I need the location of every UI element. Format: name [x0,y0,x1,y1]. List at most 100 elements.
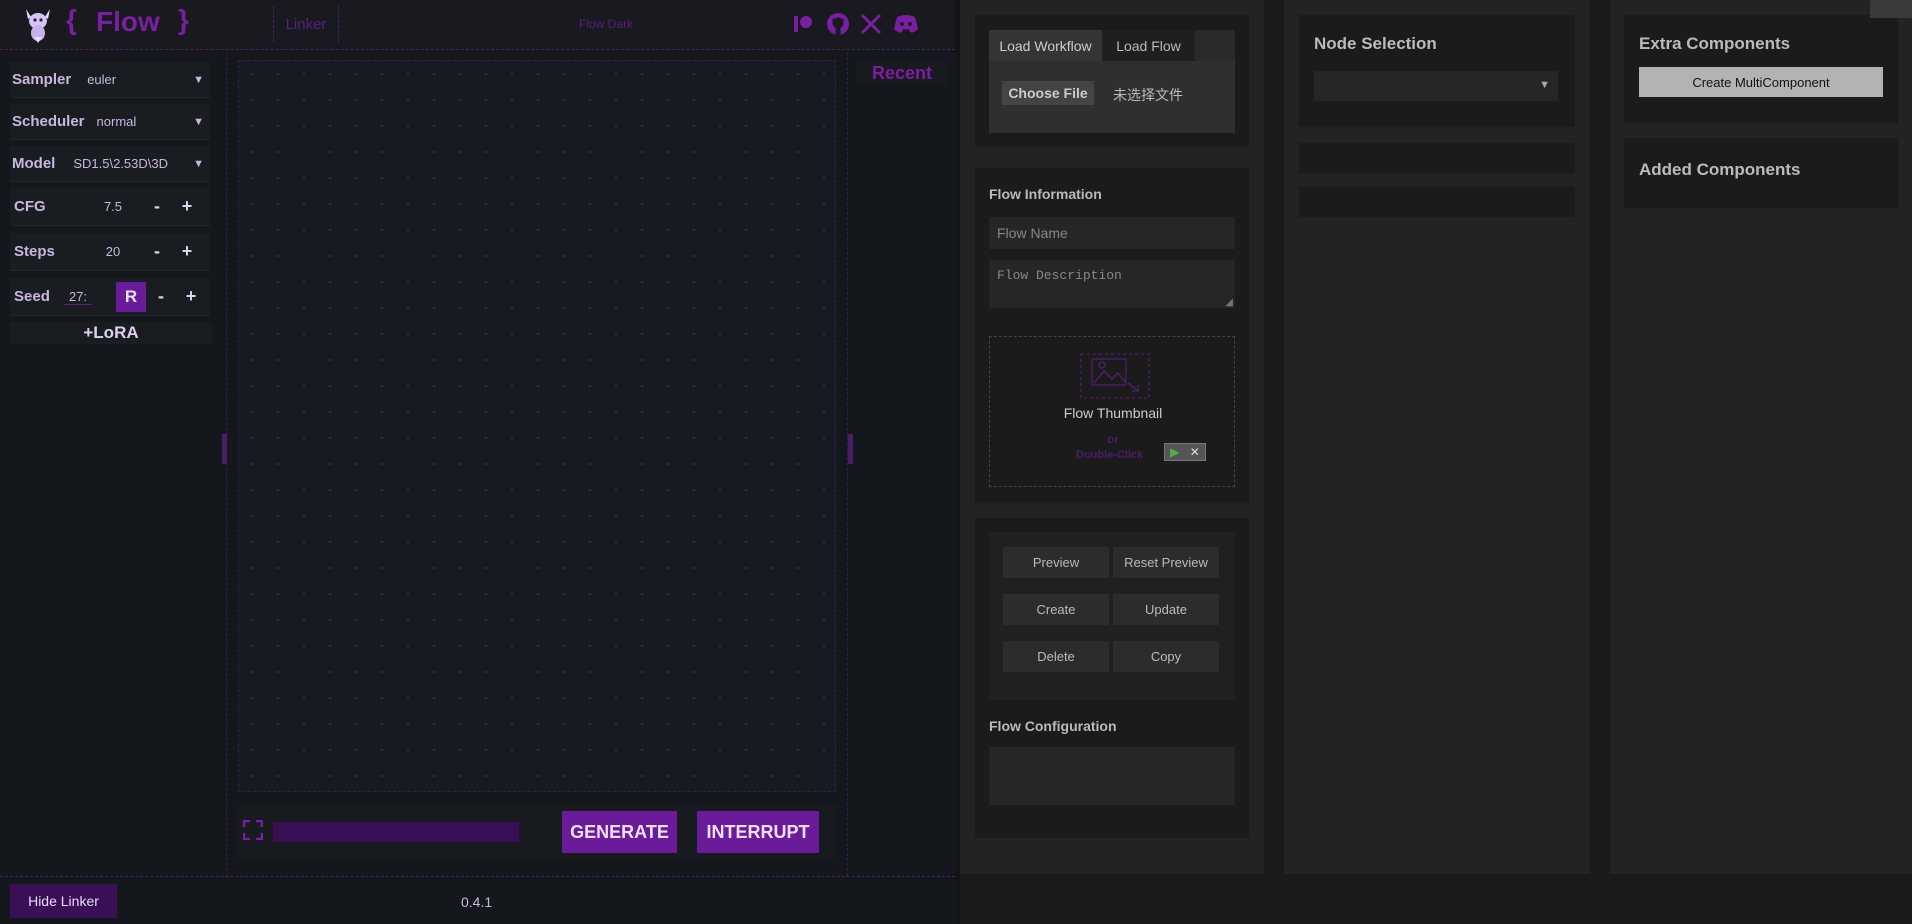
steps-decrement-button[interactable]: - [142,241,172,262]
flow-actions-panel: Preview Reset Preview Create Update Dele… [975,518,1249,838]
flow-configuration-title: Flow Configuration [989,718,1117,734]
scheduler-label: Scheduler [12,113,85,130]
sampler-row: Sampler euler ▼ [10,62,210,98]
seed-input[interactable]: 27: [64,289,92,305]
node-selection-title: Node Selection [1314,34,1437,53]
progress-bar [273,822,519,842]
node-list-item[interactable] [1299,187,1575,217]
file-picker-area: Choose File 未选择文件 [989,61,1235,133]
flow-thumbnail-dropzone[interactable]: Flow Thumbnail or Double-Click ▶ ✕ [989,336,1235,487]
update-button[interactable]: Update [1113,594,1219,625]
flow-configuration-box[interactable] [989,747,1235,805]
close-icon[interactable]: ✕ [1190,445,1200,459]
extra-components-panel: Extra Components Create MultiComponent [1624,15,1898,123]
tab-load-workflow[interactable]: Load Workflow [989,30,1102,61]
github-icon[interactable] [826,12,850,36]
components-column: Extra Components Create MultiComponent A… [1610,0,1912,874]
scheduler-select[interactable]: normal [97,114,194,129]
tab-load-flow[interactable]: Load Flow [1102,30,1195,61]
seed-random-button[interactable]: R [116,281,146,312]
resize-grip-icon[interactable]: ◢ [1225,297,1233,308]
fullscreen-icon[interactable] [242,819,264,841]
image-placeholder-icon [1080,353,1150,399]
cfg-decrement-button[interactable]: - [142,196,172,217]
linker-app: { Flow } Linker Flow Dark Sampler euler … [0,0,955,924]
generate-button[interactable]: GENERATE [562,811,677,853]
seed-row: Seed 27: R - + [10,278,210,316]
flow-name-input[interactable]: Flow Name [989,217,1235,249]
chevron-down-icon[interactable]: ▼ [1539,79,1550,91]
hide-linker-button[interactable]: Hide Linker [10,884,117,918]
extra-components-title: Extra Components [1639,34,1791,53]
seed-increment-button[interactable]: + [176,286,206,307]
cfg-row: CFG 7.5 - + [10,188,210,226]
preview-button[interactable]: Preview [1003,547,1109,578]
corner-toggle-button[interactable] [1870,0,1912,18]
thumbnail-controls: ▶ ✕ [1164,443,1206,461]
model-row: Model SD1.5\2.53D\3D ▼ [10,146,210,182]
sampler-label: Sampler [12,71,72,88]
model-select[interactable]: SD1.5\2.53D\3D [73,156,193,171]
chevron-down-icon[interactable]: ▼ [193,158,204,170]
recent-label: Recent [871,62,933,83]
patreon-icon[interactable] [792,13,814,35]
flow-information-title: Flow Information [989,186,1102,202]
add-lora-button[interactable]: +LoRA [10,322,212,344]
added-components-title: Added Components [1639,160,1801,179]
flow-description-textarea[interactable]: Flow Description ◢ [989,260,1235,308]
version-label: 0.4.1 [461,894,493,910]
column-gap [1264,0,1284,874]
create-button[interactable]: Create [1003,594,1109,625]
actions-grid: Preview Reset Preview Create Update Dele… [989,532,1235,700]
reset-preview-button[interactable]: Reset Preview [1113,547,1219,578]
cfg-increment-button[interactable]: + [172,196,202,217]
right-resize-handle[interactable] [848,434,853,464]
logo-title: Flow [96,6,160,37]
delete-button[interactable]: Delete [1003,641,1109,672]
nav-linker-link[interactable]: Linker [273,6,339,42]
seed-label: Seed [14,288,50,305]
logo-close-brace: } [178,4,189,35]
add-lora-label: +LoRA [83,323,139,342]
steps-increment-button[interactable]: + [172,241,202,262]
steps-label: Steps [14,243,55,260]
cfg-input[interactable]: 7.5 [84,199,142,214]
theme-name[interactable]: Flow Dark [579,17,633,31]
steps-input[interactable]: 20 [84,244,142,259]
play-icon[interactable]: ▶ [1170,445,1179,459]
steps-row: Steps 20 - + [10,233,210,271]
create-multicomponent-button[interactable]: Create MultiComponent [1639,67,1883,97]
left-resize-handle[interactable] [222,434,227,464]
bottom-strip [960,874,1912,924]
node-selection-column: Node Selection ▼ [1284,0,1590,874]
sampler-select[interactable]: euler [87,72,193,87]
flow-description-placeholder: Flow Description [997,268,1122,283]
node-list-item[interactable] [1299,143,1575,173]
choose-file-button[interactable]: Choose File [1002,81,1094,105]
top-bar: { Flow } Linker Flow Dark [0,0,955,50]
interrupt-button[interactable]: INTERRUPT [697,811,819,853]
load-panel: Load Workflow Load Flow Choose File 未选择文… [975,15,1249,147]
logo-open-brace: { [66,4,77,35]
seed-decrement-button[interactable]: - [146,286,176,307]
footer: Hide Linker 0.4.1 [0,876,955,924]
load-box: Load Workflow Load Flow Choose File 未选择文… [989,30,1235,133]
discord-icon[interactable] [893,13,919,35]
image-canvas[interactable] [238,60,836,792]
flow-thumbnail-label: Flow Thumbnail [1063,405,1163,421]
copy-button[interactable]: Copy [1113,641,1219,672]
column-gap [1590,0,1610,874]
flow-editor-column: Load Workflow Load Flow Choose File 未选择文… [960,0,1264,874]
flow-name-placeholder: Flow Name [997,225,1068,241]
generate-bar: GENERATE INTERRUPT [237,804,837,858]
recent-tab[interactable]: Recent [857,61,947,85]
x-twitter-icon[interactable] [860,13,882,35]
flow-information-panel: Flow Information Flow Name Flow Descript… [975,168,1249,503]
chevron-down-icon[interactable]: ▼ [193,74,204,86]
thumbnail-hint-dblclick: Double-Click [1076,449,1144,461]
no-file-text: 未选择文件 [1113,87,1183,103]
node-select-dropdown[interactable]: ▼ [1314,71,1558,101]
nav-linker-label: Linker [285,15,327,33]
model-label: Model [12,155,56,172]
chevron-down-icon[interactable]: ▼ [193,116,204,128]
